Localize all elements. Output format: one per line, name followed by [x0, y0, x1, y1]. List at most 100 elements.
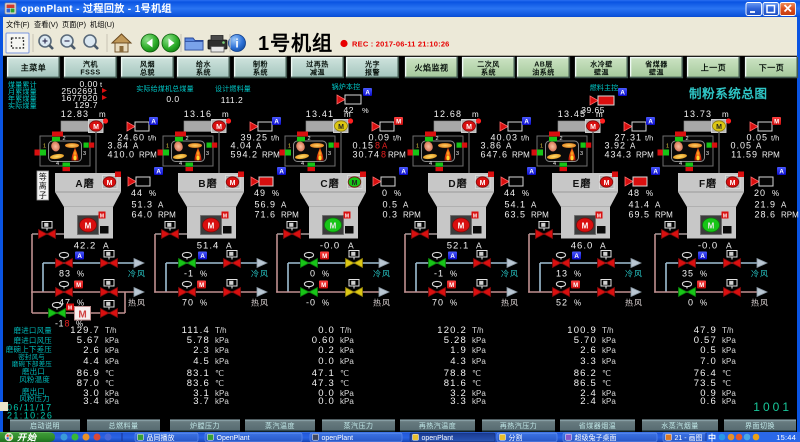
svg-text:M: M	[93, 124, 99, 131]
svg-text:-1: -1	[55, 319, 64, 329]
svg-text:m: m	[722, 110, 729, 119]
svg-text:13.45: 13.45	[558, 109, 587, 119]
svg-text:冷风: 冷风	[625, 269, 643, 279]
svg-text:1: 1	[666, 144, 669, 150]
svg-text:M: M	[338, 124, 344, 131]
svg-text:过再热: 过再热	[306, 60, 329, 69]
svg-text:t/h: t/h	[271, 134, 279, 143]
svg-text:A: A	[401, 169, 406, 176]
svg-text:℃: ℃	[472, 369, 481, 378]
svg-text:M: M	[730, 180, 736, 187]
svg-text:T/h: T/h	[722, 326, 734, 335]
svg-text:0.5: 0.5	[700, 345, 717, 356]
svg-text:-0: -0	[306, 298, 316, 308]
svg-text:111.2: 111.2	[221, 95, 244, 105]
svg-text:热风: 热风	[128, 298, 146, 308]
svg-text:7.0: 7.0	[700, 356, 717, 367]
svg-text:M: M	[85, 222, 92, 231]
svg-text:t/h: t/h	[645, 134, 653, 143]
svg-text:0.0: 0.0	[166, 94, 179, 104]
svg-text:℃: ℃	[105, 369, 114, 378]
svg-text:A: A	[574, 253, 579, 260]
svg-text:M: M	[590, 124, 596, 131]
svg-text:A: A	[365, 90, 370, 97]
svg-text:0.5: 0.5	[382, 200, 398, 210]
svg-text:OpenPlant: OpenPlant	[217, 435, 250, 442]
svg-text:页面(P): 页面(P)	[62, 20, 86, 29]
svg-text:3: 3	[206, 151, 209, 157]
svg-text:%: %	[574, 299, 581, 308]
svg-text:3: 3	[456, 151, 459, 157]
svg-text:4.5: 4.5	[193, 356, 210, 367]
svg-text:4: 4	[179, 161, 182, 167]
svg-text:51.4: 51.4	[197, 241, 220, 252]
svg-text:报警: 报警	[365, 68, 380, 77]
svg-text:13.73: 13.73	[684, 109, 713, 119]
svg-text:M: M	[480, 180, 486, 187]
svg-text:%: %	[700, 270, 707, 279]
svg-text:A: A	[531, 201, 537, 210]
svg-text:煤量累计: 煤量累计	[8, 80, 37, 89]
svg-text:2: 2	[186, 136, 189, 142]
svg-text:kPa: kPa	[472, 336, 486, 345]
svg-text:4: 4	[301, 161, 304, 167]
svg-text:4.3: 4.3	[450, 356, 467, 367]
svg-text:3.7: 3.7	[193, 396, 210, 407]
svg-text:RPM: RPM	[762, 151, 780, 160]
svg-text:主菜单: 主菜单	[21, 63, 47, 73]
svg-text:63.5: 63.5	[504, 210, 526, 220]
svg-text:热风: 热风	[373, 298, 391, 308]
svg-text:%: %	[646, 189, 653, 198]
svg-text:冷风: 冷风	[501, 269, 519, 279]
svg-text:M: M	[449, 283, 454, 289]
svg-text:子: 子	[39, 191, 47, 200]
svg-text:省煤器: 省煤器	[644, 60, 668, 69]
svg-text:kPa: kPa	[215, 336, 229, 345]
svg-text:下一页: 下一页	[759, 64, 785, 73]
svg-text:F磨: F磨	[699, 177, 717, 190]
svg-text:冷风: 冷风	[751, 269, 769, 279]
svg-text:界面切换: 界面切换	[745, 421, 775, 430]
svg-text:%: %	[700, 299, 707, 308]
svg-text:月累煤量: 月累煤量	[8, 87, 37, 96]
svg-text:%: %	[394, 189, 401, 198]
svg-text:省煤器烟温: 省煤器烟温	[579, 421, 617, 430]
svg-text:1: 1	[288, 144, 291, 150]
svg-text:分割: 分割	[509, 433, 523, 442]
svg-text:RPM: RPM	[262, 151, 280, 160]
svg-text:i: i	[235, 37, 238, 51]
svg-text:41.4: 41.4	[628, 200, 650, 210]
svg-text:openPlant - 过程回放 - 1号机组: openPlant - 过程回放 - 1号机组	[21, 2, 172, 15]
svg-text:A: A	[655, 201, 661, 210]
svg-text:1.9: 1.9	[450, 345, 467, 356]
svg-text:T/h: T/h	[340, 326, 352, 335]
svg-text:3: 3	[706, 151, 709, 157]
svg-text:56.9: 56.9	[254, 200, 276, 210]
svg-text:1号机组: 1号机组	[258, 31, 333, 55]
svg-text:0.6: 0.6	[700, 396, 717, 407]
svg-text:%: %	[522, 189, 529, 198]
svg-text:11.59: 11.59	[731, 150, 758, 160]
svg-text:水蒸汽烟量: 水蒸汽烟量	[661, 421, 699, 430]
svg-text:kPa: kPa	[215, 397, 229, 406]
svg-text:m: m	[99, 110, 106, 119]
svg-text:64.0: 64.0	[131, 210, 153, 220]
svg-text:RPM: RPM	[781, 211, 799, 220]
svg-text:kPa: kPa	[472, 346, 486, 355]
svg-text:M: M	[76, 283, 81, 289]
svg-text:434.3: 434.3	[604, 150, 632, 160]
svg-text:3.3: 3.3	[580, 356, 597, 367]
svg-text:%: %	[322, 270, 329, 279]
svg-text:A: A	[726, 241, 732, 251]
svg-text:RPM: RPM	[281, 211, 299, 220]
svg-text:1: 1	[166, 144, 169, 150]
svg-text:A: A	[529, 169, 534, 176]
svg-text:2: 2	[308, 136, 311, 142]
svg-text:kPa: kPa	[340, 346, 354, 355]
svg-text:蒸汽压力: 蒸汽压力	[344, 421, 374, 430]
svg-text:52: 52	[556, 298, 568, 308]
svg-text:kPa: kPa	[602, 346, 616, 355]
svg-text:二次风: 二次风	[477, 60, 500, 69]
svg-text:kPa: kPa	[472, 397, 486, 406]
svg-text:8: 8	[65, 319, 71, 329]
